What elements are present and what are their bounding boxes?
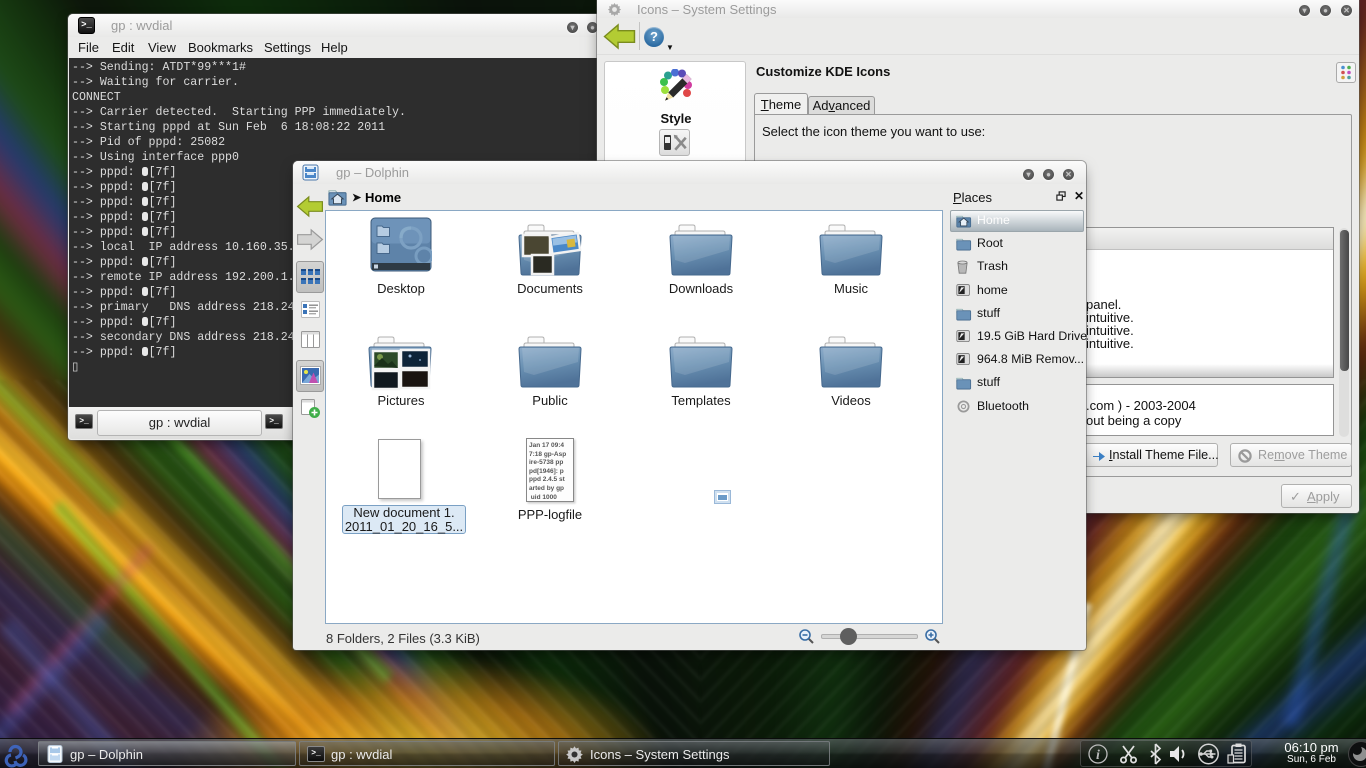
svg-text:i: i: [1096, 748, 1100, 763]
